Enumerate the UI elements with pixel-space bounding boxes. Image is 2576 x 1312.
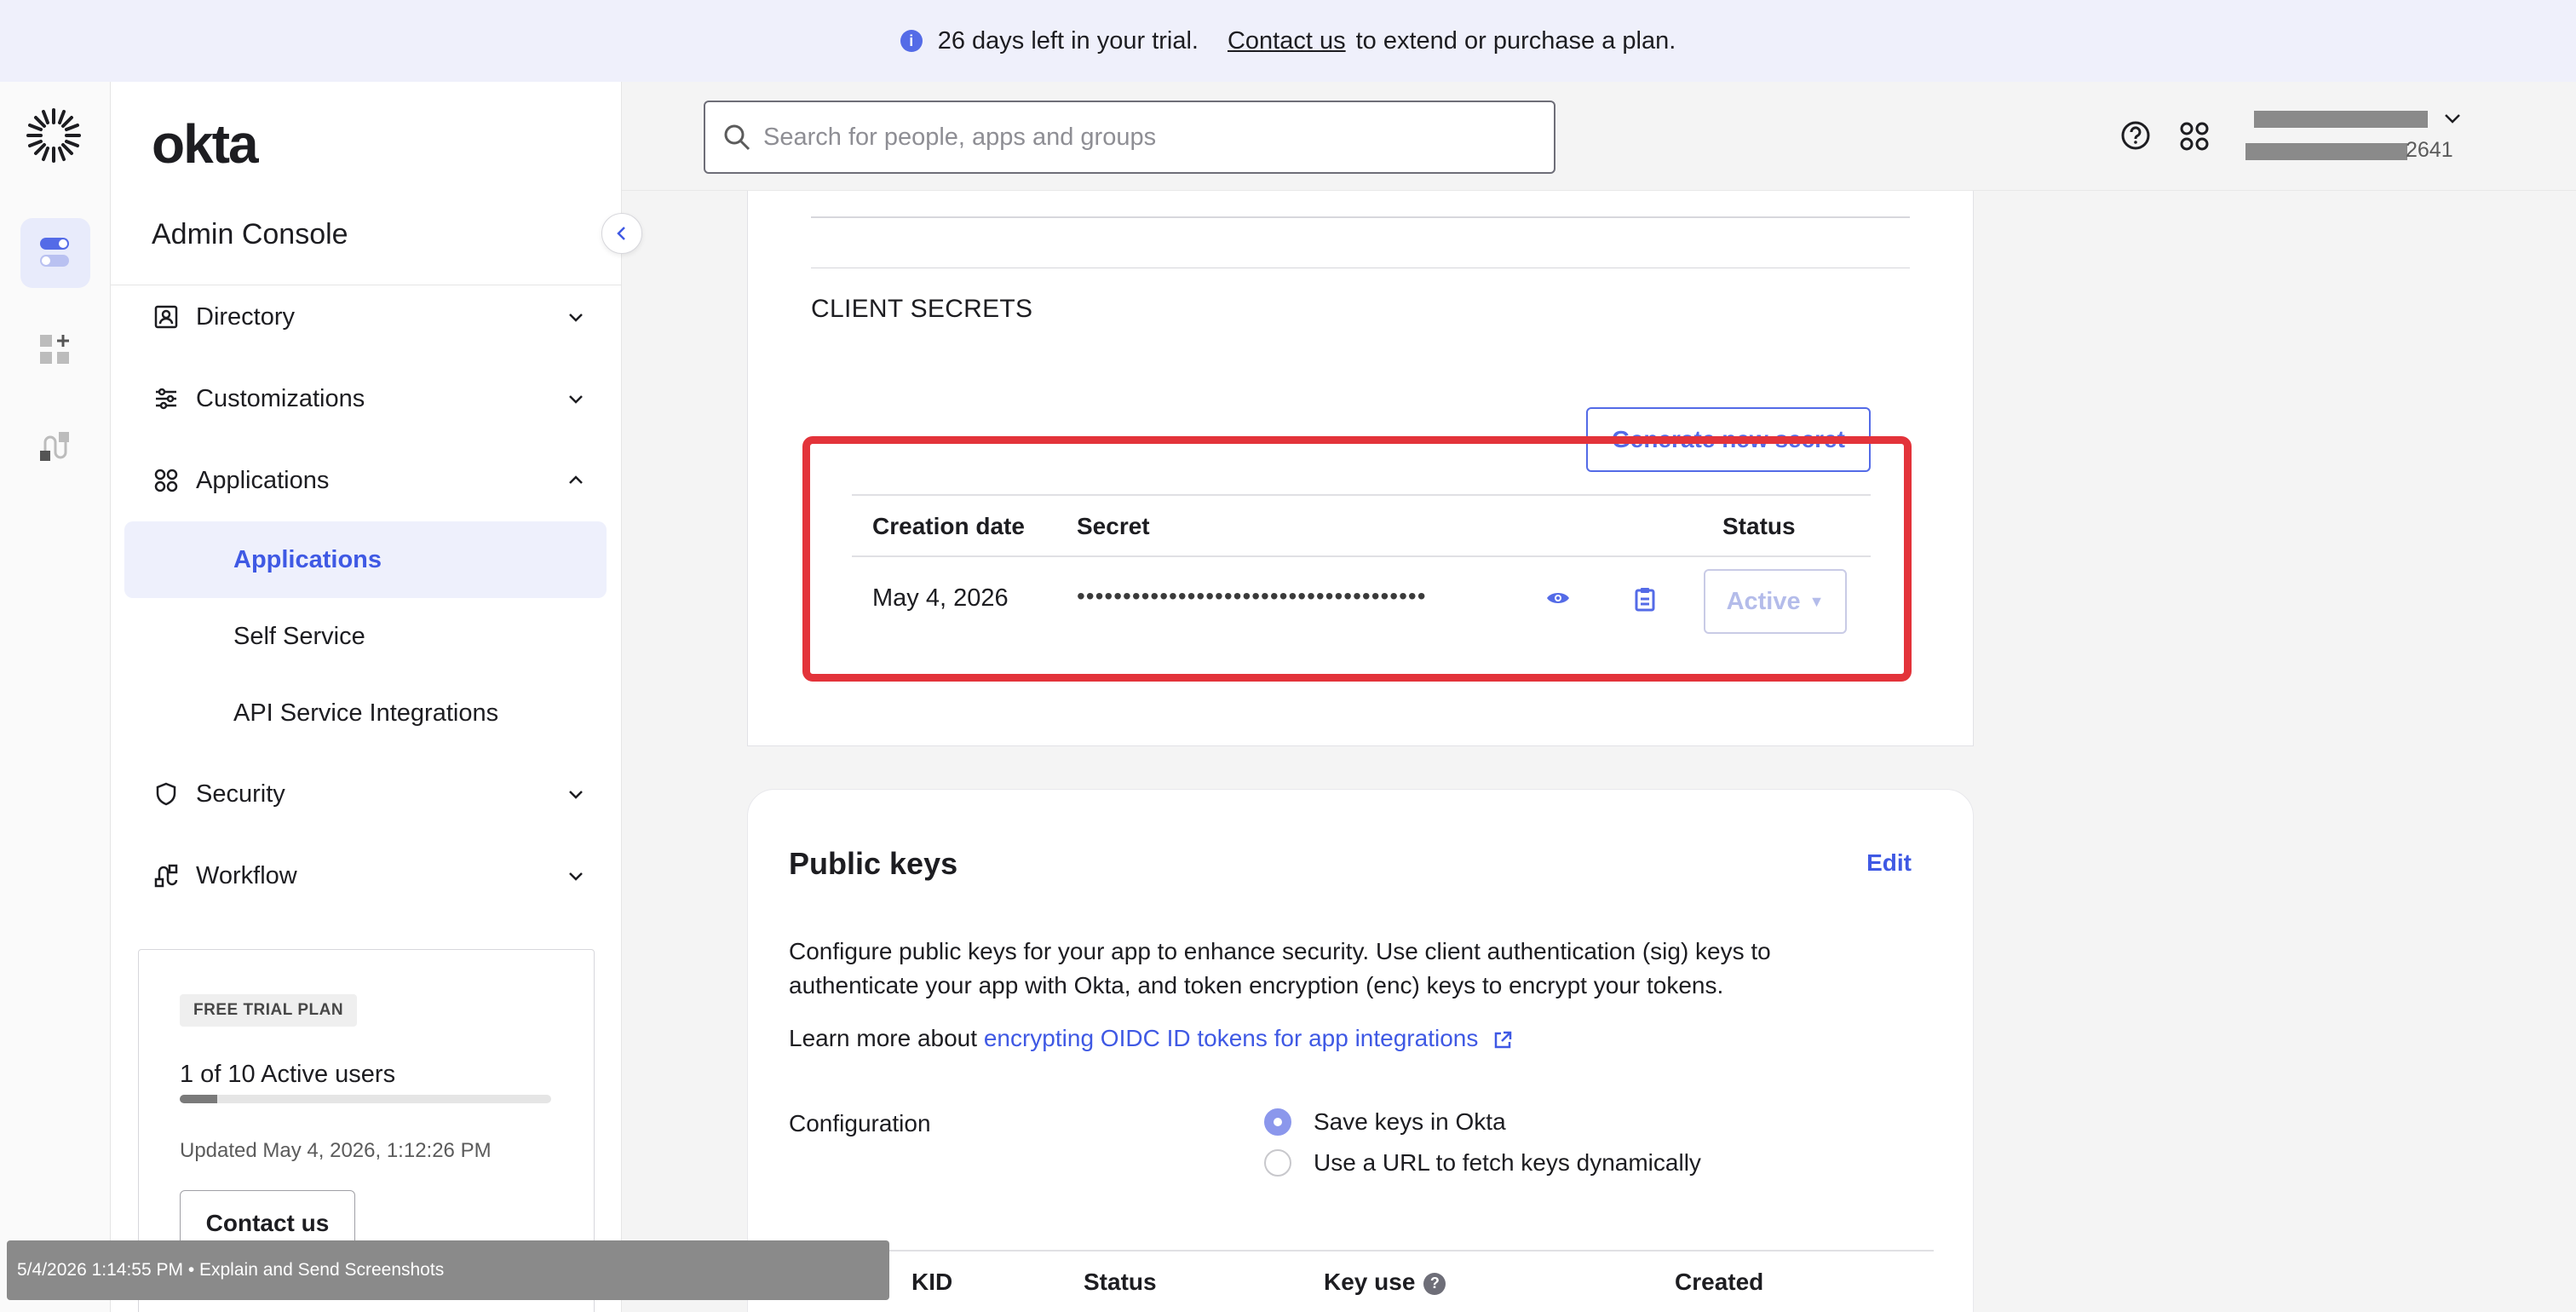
nav-label: Directory (196, 302, 296, 331)
status-value: Active (1726, 587, 1801, 615)
chevron-down-icon (569, 395, 583, 404)
nav-label: Applications (196, 466, 330, 494)
client-secrets-card: CLIENT SECRETS Generate new secret Creat… (747, 191, 1974, 746)
public-keys-table-header: KID Status Key use? Created (789, 1250, 1934, 1312)
nav-security[interactable]: Security (152, 768, 595, 820)
nav-label: Customizations (196, 384, 365, 412)
sidebar: okta Admin Console Directory Customizati… (111, 82, 622, 1312)
add-apps-icon[interactable] (20, 315, 90, 385)
user-name-redacted[interactable] (2254, 111, 2428, 128)
apps-grid-icon[interactable] (2179, 121, 2210, 152)
column-header-key-use: Key use? (1324, 1269, 1446, 1296)
help-tooltip-icon[interactable]: ? (1423, 1272, 1446, 1295)
nav-workflow[interactable]: Workflow (152, 850, 595, 901)
search-placeholder: Search for people, apps and groups (763, 123, 1157, 151)
collapse-sidebar-button[interactable] (601, 213, 642, 254)
column-header: Key use (1324, 1269, 1416, 1295)
column-header: Status (1722, 513, 1796, 539)
nav-customizations[interactable]: Customizations (152, 373, 595, 424)
trial-message: 26 days left in your trial. (937, 26, 1199, 55)
learn-more: Learn more about encrypting OIDC ID toke… (789, 1025, 1514, 1052)
public-keys-description: Configure public keys for your app to en… (789, 938, 1771, 998)
radio-label: Save keys in Okta (1314, 1108, 1506, 1135)
contact-us-link[interactable]: Contact us (1228, 27, 1346, 55)
org-name-redacted (2245, 143, 2407, 160)
sidebar-item-applications[interactable]: Applications (124, 521, 607, 598)
caret-down-icon: ▼ (1808, 592, 1825, 610)
top-header: Search for people, apps and groups 2641 (622, 82, 2576, 191)
radio-use-url[interactable]: Use a URL to fetch keys dynamically (1264, 1149, 1701, 1177)
eye-icon[interactable] (1545, 590, 1571, 607)
column-header: Status (1084, 1269, 1157, 1295)
shield-icon (152, 780, 181, 808)
radio-unselected-icon (1264, 1149, 1291, 1177)
chevron-up-icon (569, 475, 583, 484)
okta-wordmark: okta (152, 113, 259, 175)
help-icon[interactable] (2119, 119, 2152, 152)
updated-timestamp: Updated May 4, 2026, 1:12:26 PM (180, 1139, 492, 1162)
directory-icon (152, 302, 181, 331)
workflow-rail-icon[interactable] (20, 412, 90, 482)
chevron-down-icon (569, 791, 583, 799)
public-keys-card: Public keys Edit Configure public keys f… (747, 789, 1974, 1312)
app-rail (0, 82, 111, 1312)
status-dropdown[interactable]: Active ▼ (1704, 569, 1847, 634)
external-link-icon[interactable] (1492, 1029, 1514, 1051)
clipboard-copy-icon[interactable] (1634, 586, 1656, 612)
column-header: Creation date (872, 513, 1025, 539)
radio-label: Use a URL to fetch keys dynamically (1314, 1149, 1701, 1176)
sidebar-item-api-service-integrations[interactable]: API Service Integrations (124, 675, 607, 751)
edit-link[interactable]: Edit (1866, 849, 1912, 877)
plan-tag: FREE TRIAL PLAN (180, 994, 358, 1027)
trial-suffix: to extend or purchase a plan. (1355, 26, 1676, 55)
masked-secret: •••••••••••••••••••••••••••••••••••••• (1077, 583, 1427, 609)
column-header: KID (911, 1269, 953, 1295)
chevron-down-icon (569, 314, 583, 322)
search-input[interactable]: Search for people, apps and groups (704, 101, 1555, 174)
table-row: May 4, 2026 ••••••••••••••••••••••••••••… (852, 557, 1871, 646)
workflow-icon (152, 861, 181, 890)
search-icon (724, 124, 750, 151)
table-header: Creation date Secret Status (852, 494, 1871, 557)
nav-applications[interactable]: Applications (152, 455, 595, 506)
applications-icon (152, 466, 181, 495)
learn-more-prefix: Learn more about (789, 1025, 978, 1051)
customizations-icon (152, 384, 181, 413)
sidebar-item-self-service[interactable]: Self Service (124, 598, 607, 675)
oidc-docs-link[interactable]: encrypting OIDC ID tokens for app integr… (984, 1025, 1479, 1051)
nav-directory[interactable]: Directory (152, 291, 595, 342)
chevron-left-icon (617, 227, 625, 240)
generate-new-secret-button[interactable]: Generate new secret (1586, 407, 1871, 472)
trial-banner: i 26 days left in your trial. Contact us… (0, 0, 2576, 82)
nav-label: Workflow (196, 861, 297, 889)
users-progress-fill (180, 1095, 217, 1103)
creation-date: May 4, 2026 (872, 584, 1009, 612)
console-title: Admin Console (152, 218, 348, 250)
nav-label: Security (196, 780, 285, 808)
client-secrets-title: CLIENT SECRETS (811, 295, 1033, 323)
section-divider (811, 216, 1910, 218)
column-header: Created (1675, 1269, 1764, 1295)
chevron-down-icon (569, 872, 583, 881)
active-users-count: 1 of 10 Active users (180, 1061, 396, 1088)
okta-logo-icon[interactable] (26, 107, 82, 164)
admin-toggle-icon[interactable] (20, 218, 90, 288)
screenshot-toast: 5/4/2026 1:14:55 PM • Explain and Send S… (7, 1240, 889, 1300)
users-progress-bar (180, 1095, 551, 1103)
org-suffix: 2641 (2406, 138, 2453, 162)
configuration-label: Configuration (789, 1110, 931, 1136)
chevron-down-icon[interactable] (2441, 107, 2464, 129)
column-header: Secret (1077, 513, 1150, 539)
info-icon: i (900, 30, 923, 52)
radio-save-keys-in-okta[interactable]: Save keys in Okta (1264, 1108, 1506, 1136)
public-keys-title: Public keys (789, 846, 958, 881)
radio-selected-icon (1264, 1108, 1291, 1136)
